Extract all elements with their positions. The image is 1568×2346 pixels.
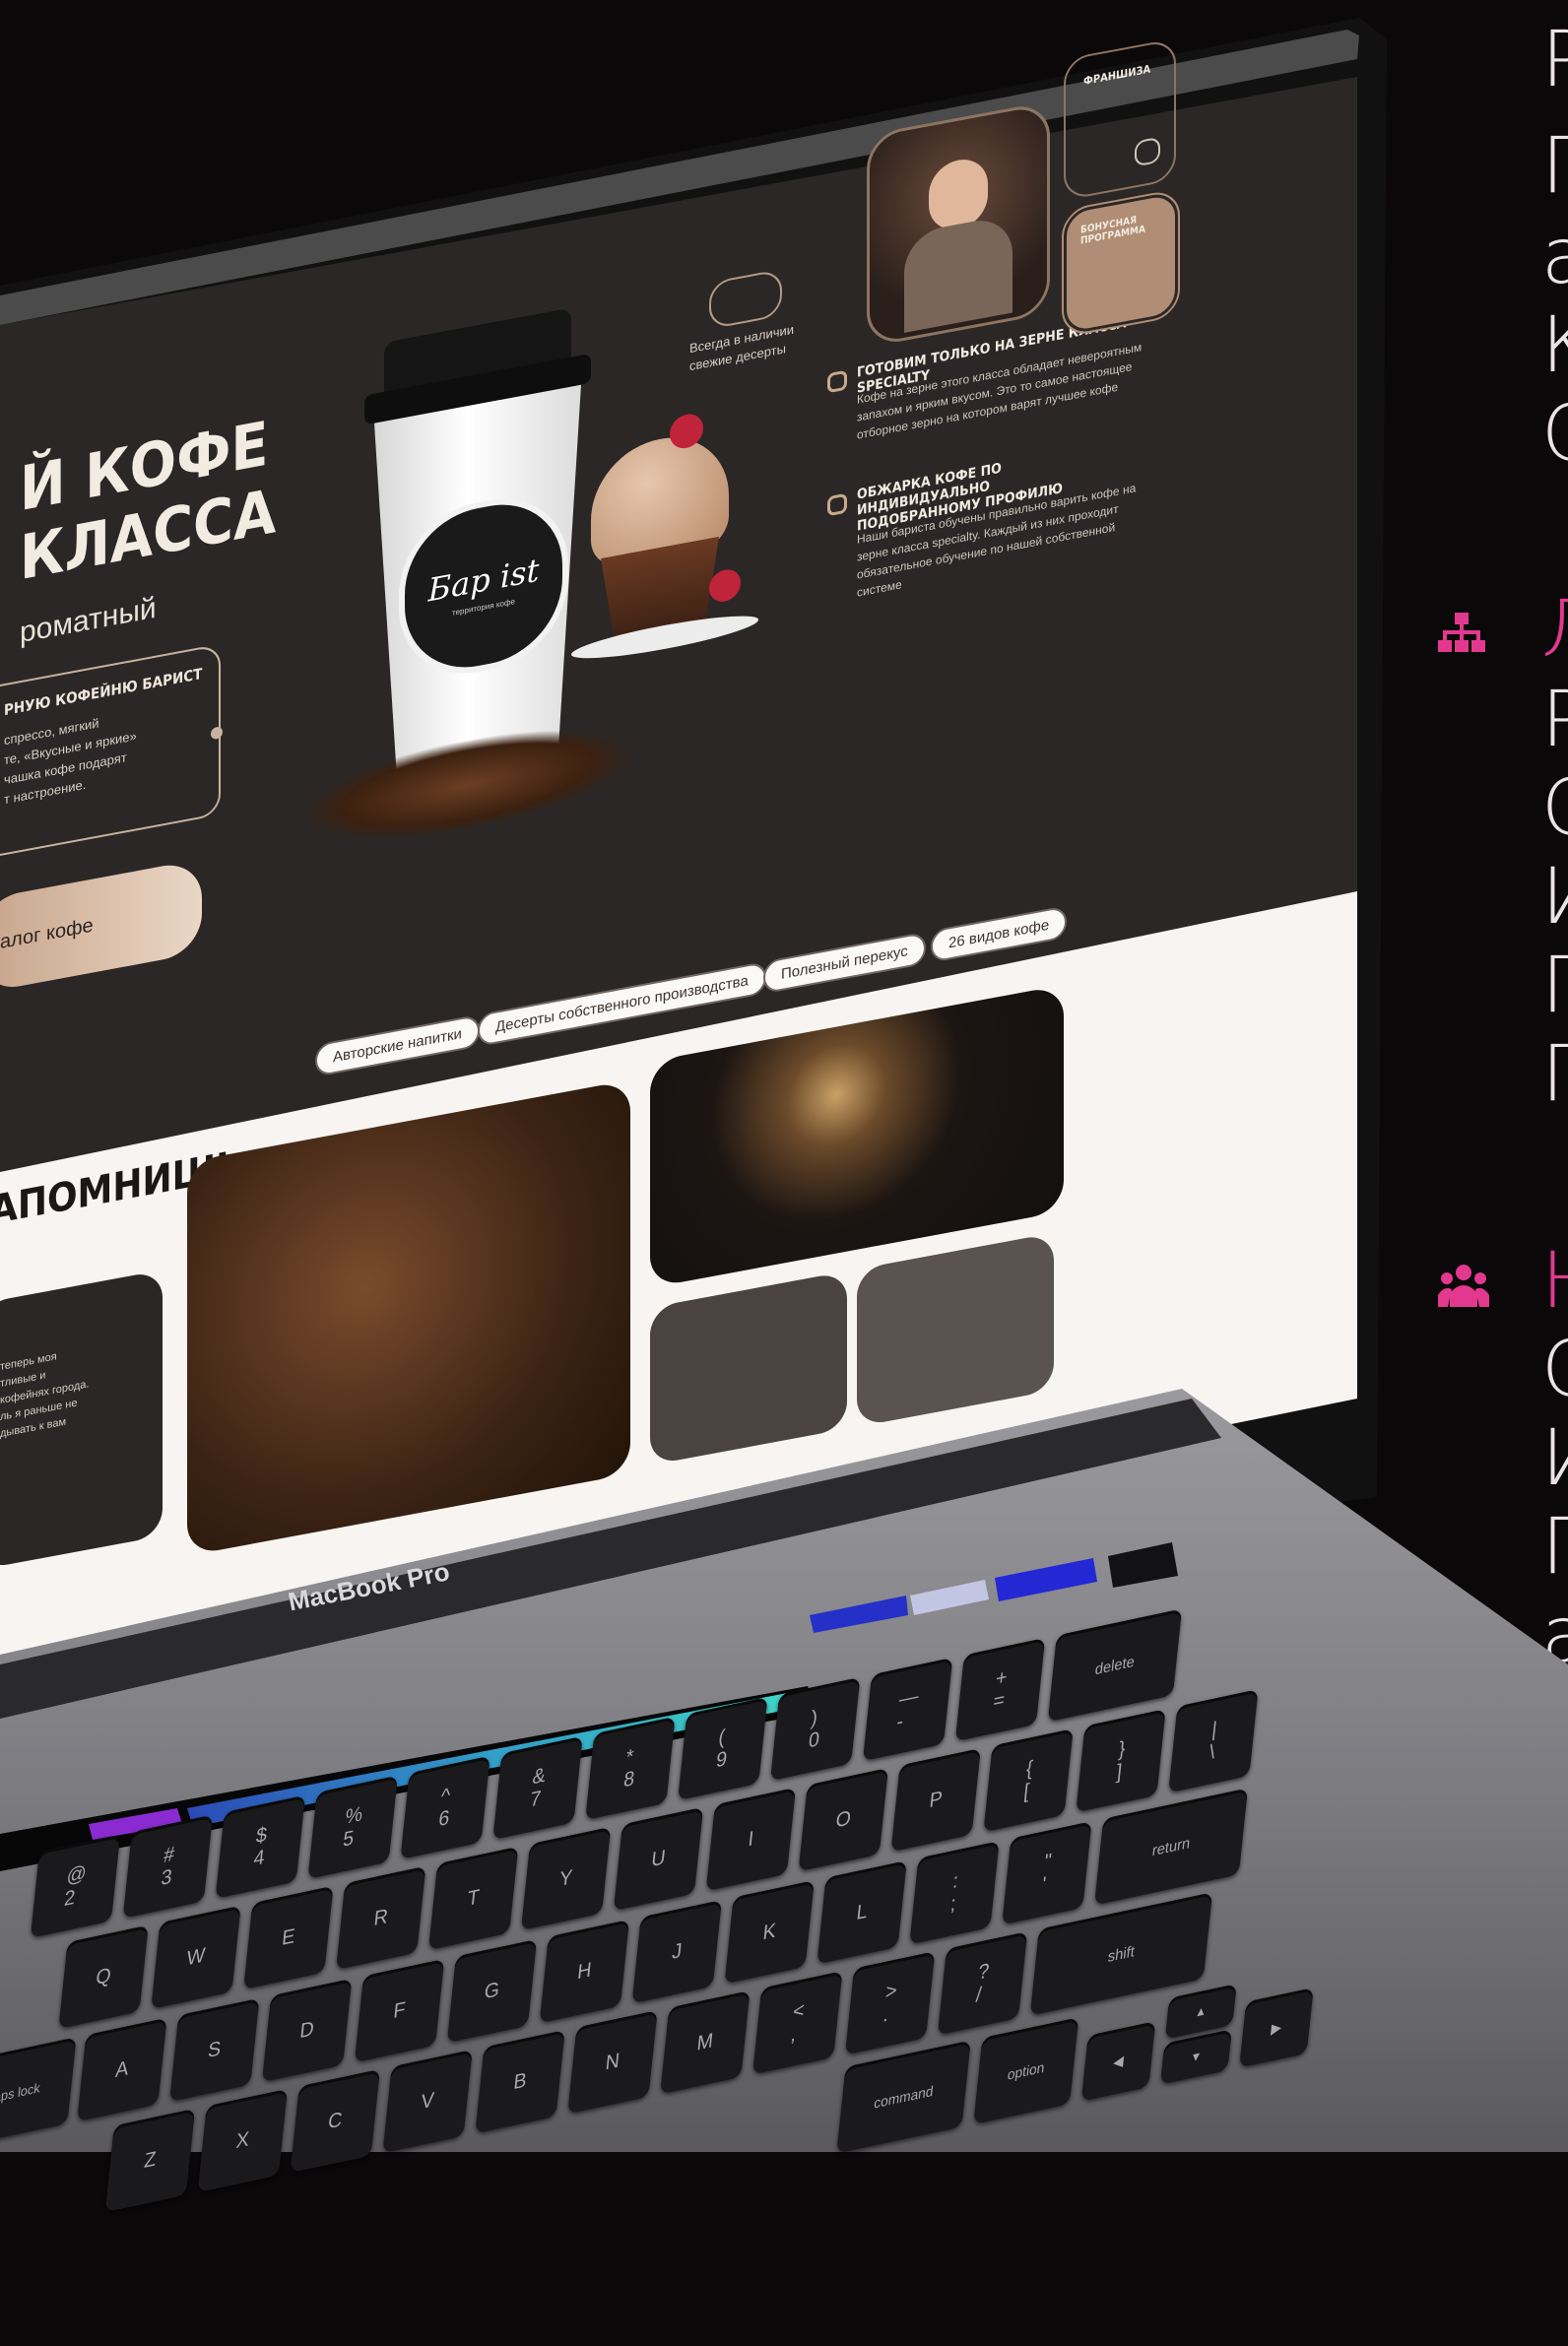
key-delete[interactable]: delete <box>1047 1608 1183 1723</box>
key-caps-lock[interactable]: caps lock <box>0 2037 77 2149</box>
key-option[interactable]: option <box>973 2017 1079 2124</box>
key-return[interactable]: return <box>1094 1788 1249 1906</box>
key[interactable]: * 8 <box>585 1716 676 1821</box>
key[interactable]: N <box>567 2010 658 2115</box>
key[interactable]: ^ 6 <box>400 1755 490 1860</box>
key[interactable]: J <box>631 1899 722 2004</box>
key[interactable]: S <box>169 1997 260 2103</box>
key[interactable]: C <box>290 2068 380 2174</box>
key[interactable]: : ; <box>909 1841 1000 1945</box>
key[interactable]: # 3 <box>122 1814 214 1919</box>
key[interactable]: % 5 <box>307 1775 398 1879</box>
key[interactable]: " ' <box>1002 1821 1092 1925</box>
key[interactable]: H <box>539 1919 630 2024</box>
key[interactable]: D <box>261 1978 353 2083</box>
key[interactable]: T <box>427 1846 519 1951</box>
key[interactable]: } ] <box>1076 1709 1166 1813</box>
key[interactable]: Q <box>58 1924 149 2029</box>
key-arrow-right[interactable]: ▶ <box>1239 1988 1314 2068</box>
key-arrow-left[interactable]: ◀ <box>1080 2021 1156 2102</box>
key[interactable]: L <box>817 1860 907 1965</box>
key[interactable]: Z <box>104 2108 196 2213</box>
key[interactable]: | \ <box>1168 1689 1259 1793</box>
key[interactable]: V <box>382 2049 473 2154</box>
key[interactable]: & 7 <box>492 1735 583 1841</box>
key[interactable]: { [ <box>983 1728 1074 1833</box>
key[interactable]: I <box>705 1787 797 1892</box>
key[interactable]: W <box>151 1905 241 2009</box>
key[interactable]: B <box>475 2029 565 2134</box>
key[interactable]: ? / <box>937 1931 1028 2036</box>
key[interactable]: M <box>660 1990 751 2095</box>
key[interactable]: @ 2 <box>30 1834 121 1938</box>
key[interactable]: — - <box>862 1657 953 1762</box>
key[interactable]: P <box>890 1747 981 1853</box>
key-command[interactable]: command <box>836 2040 971 2154</box>
key[interactable]: Y <box>520 1826 612 1931</box>
key[interactable]: A <box>77 2017 167 2122</box>
key[interactable]: $ 4 <box>215 1794 305 1899</box>
key[interactable]: U <box>613 1806 704 1912</box>
key[interactable]: K <box>724 1880 815 1985</box>
key[interactable]: + = <box>954 1637 1046 1742</box>
key[interactable]: G <box>446 1938 538 2044</box>
key[interactable]: X <box>197 2088 289 2193</box>
key[interactable]: ) 0 <box>769 1676 861 1782</box>
key[interactable]: O <box>798 1767 888 1872</box>
key[interactable]: > . <box>844 1951 936 2055</box>
keyboard: @ 2 # 3 $ 4 % 5 ^ 6 & 7 * 8 ( 9 ) 0 — - … <box>0 0 1568 2213</box>
key[interactable]: ( 9 <box>678 1696 768 1801</box>
key[interactable]: R <box>336 1865 426 1971</box>
key[interactable]: < , <box>752 1971 843 2075</box>
key[interactable]: F <box>354 1958 445 2063</box>
key[interactable]: E <box>243 1885 334 1989</box>
